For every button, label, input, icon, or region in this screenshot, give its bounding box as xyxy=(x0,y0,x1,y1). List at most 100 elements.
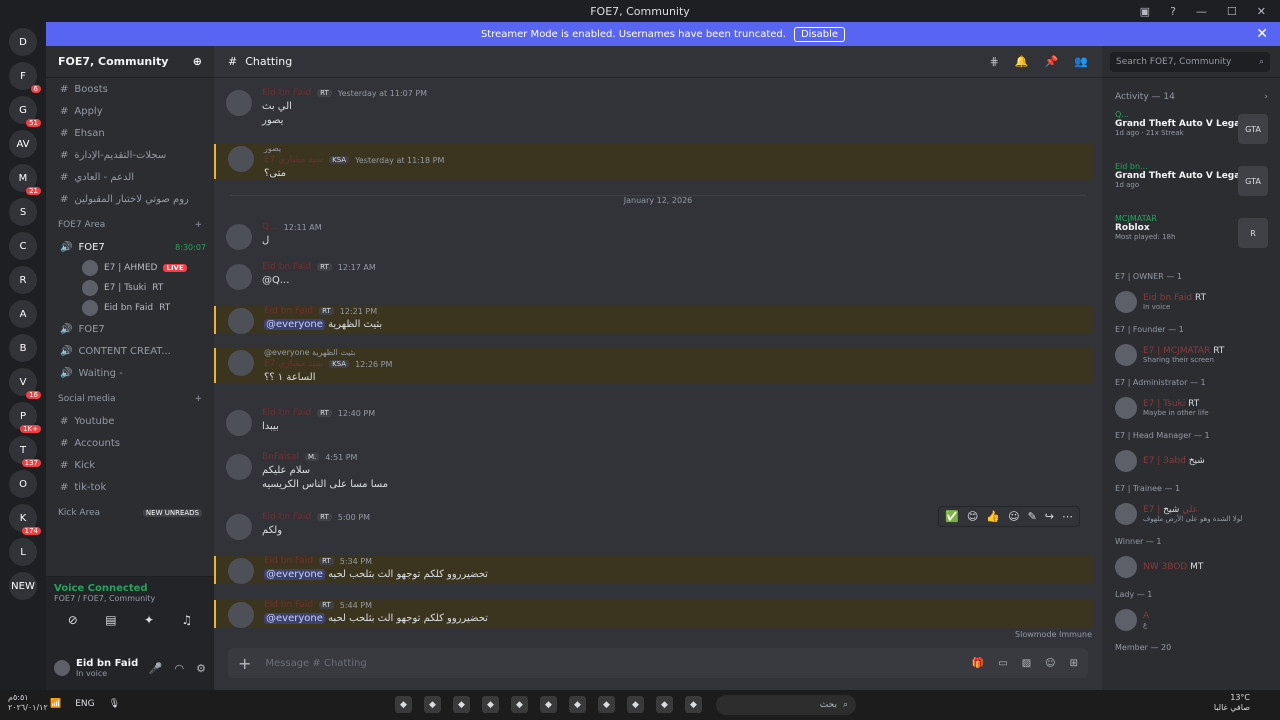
folder-icon[interactable]: ◆ xyxy=(627,696,644,713)
avatar[interactable] xyxy=(228,308,254,334)
text-channel[interactable]: # الدعم - العادي xyxy=(46,166,214,188)
minimize-button[interactable]: — xyxy=(1196,5,1207,18)
avatar[interactable] xyxy=(226,90,252,116)
avatar[interactable] xyxy=(226,454,252,480)
text-channel[interactable]: # tik-tok xyxy=(46,476,214,498)
settings-icon[interactable]: ⚙ xyxy=(196,662,206,675)
activities-icon[interactable]: ✦ xyxy=(144,613,154,627)
category-foe7-area[interactable]: FOE7 Area + xyxy=(46,214,214,236)
message[interactable]: Eid bn Faid RT 12:21 PM @everyone بثيث الظه… xyxy=(214,306,1094,334)
pin-icon[interactable]: 📌 xyxy=(1045,55,1059,68)
category-social[interactable]: Social media + xyxy=(46,388,214,410)
emoji-picker-icon[interactable]: ☺ xyxy=(1045,658,1055,669)
bell-icon[interactable]: 🔔 xyxy=(1015,55,1029,68)
server-icon[interactable]: P 1K+ xyxy=(9,402,41,433)
activity-card[interactable]: MCJMATAR Roblox Most played: 18h R xyxy=(1115,214,1268,266)
edit-icon[interactable]: ✎ xyxy=(1028,510,1037,523)
text-channel[interactable]: # Kick xyxy=(46,454,214,476)
category-kick-area[interactable]: Kick Area NEW UNREADS xyxy=(46,502,214,524)
server-icon[interactable]: AV xyxy=(9,130,37,158)
soundboard-icon[interactable]: ♫ xyxy=(182,613,193,627)
server-icon[interactable]: C xyxy=(9,232,37,260)
thumbs-up-icon[interactable]: 👍 xyxy=(986,510,1000,523)
server-icon[interactable]: T 137 xyxy=(9,436,41,467)
server-icon[interactable]: B xyxy=(9,334,37,362)
voice-channel-foe7[interactable]: 🔊 FOE7 8:30:07 xyxy=(46,236,214,258)
sticker-icon[interactable]: ▨ xyxy=(1022,658,1031,669)
steam-icon[interactable]: ◆ xyxy=(511,696,528,713)
avatar[interactable] xyxy=(226,224,252,250)
whatsapp-icon[interactable]: ◆ xyxy=(453,696,470,713)
window-icon[interactable]: ◆ xyxy=(685,696,702,713)
maximize-button[interactable]: ☐ xyxy=(1227,5,1237,18)
avatar[interactable] xyxy=(228,350,254,376)
close-button[interactable]: ✕ xyxy=(1257,5,1266,18)
language-indicator[interactable]: ENG xyxy=(75,699,94,709)
avatar[interactable] xyxy=(54,660,70,676)
member-row[interactable]: Aع xyxy=(1115,603,1268,637)
headphones-icon[interactable]: ◠ xyxy=(175,662,185,675)
add-member-icon[interactable]: ⊕ xyxy=(193,55,202,68)
gif-icon[interactable]: ▭ xyxy=(998,658,1007,669)
server-icon[interactable]: F6 xyxy=(9,62,41,93)
more-icon[interactable]: ⋯ xyxy=(1062,510,1073,523)
message[interactable]: Eid bn Faid RT 12:17 AM @Q... xyxy=(214,262,1094,290)
server-icon[interactable]: R xyxy=(9,266,37,294)
activity-card[interactable]: Q... Grand Theft Auto V Legacy 1d ago · 21… xyxy=(1115,110,1268,162)
avatar[interactable] xyxy=(228,602,254,628)
voice-channel[interactable]: 🔊 Waiting - xyxy=(46,362,214,384)
avatar[interactable] xyxy=(226,410,252,436)
server-icon[interactable]: M 21 xyxy=(9,164,41,195)
discord-icon[interactable]: ◆ xyxy=(482,696,499,713)
message[interactable]: يصور E7 سيد مشاري KSA Yesterday at 11:18 PM… xyxy=(214,144,1094,179)
message[interactable]: @everyone بثيث الظهرية E7 سيد مشاري KSA 12:… xyxy=(214,348,1094,383)
text-channel[interactable]: # روم صوتي لاختبار المقبولين xyxy=(46,188,214,210)
search-input[interactable]: Search FOE7, Community ⌕ xyxy=(1110,51,1270,72)
text-channel[interactable]: # Accounts xyxy=(46,432,214,454)
emoji-icon[interactable]: 😊 xyxy=(967,510,978,523)
screen-share-icon[interactable]: ▤ xyxy=(105,613,116,627)
threads-icon[interactable]: ⋕ xyxy=(990,55,999,68)
disable-button[interactable]: Disable xyxy=(793,26,846,42)
members-icon[interactable]: 👥 xyxy=(1074,55,1088,68)
message[interactable]: Eid bn Faid RT 12:40 PM بيبدا xyxy=(214,408,1094,436)
server-icon[interactable]: L xyxy=(9,538,37,566)
avatar[interactable] xyxy=(226,514,252,540)
member-row[interactable]: E7 | علي شيخ لولا الشدة وهو على الأرض مله… xyxy=(1115,497,1268,531)
mic-icon[interactable]: 🎤 xyxy=(149,662,163,675)
message[interactable]: Eid bn Faid RT 5:44 PM @everyone تحضيرروو ك… xyxy=(214,600,1094,628)
message[interactable]: BnFaisal M. 4:51 PM سلام عليكم مسا مسا على ا… xyxy=(214,452,1094,490)
text-channel[interactable]: # Boosts xyxy=(46,78,214,100)
member-row[interactable]: E7 | 3abd شيخ xyxy=(1115,444,1268,478)
inbox-icon[interactable]: ▣ xyxy=(1140,5,1150,18)
help-icon[interactable]: ? xyxy=(1170,5,1176,18)
chevron-right-icon[interactable]: › xyxy=(1264,92,1268,102)
video-off-icon[interactable]: ⊘ xyxy=(68,613,78,627)
avatar[interactable] xyxy=(228,558,254,584)
server-icon[interactable]: A xyxy=(9,300,37,328)
mic-tray-icon[interactable]: 🎙 xyxy=(109,699,120,709)
server-icon[interactable]: O xyxy=(9,470,37,498)
voice-user[interactable]: E7 | AHMED LIVE xyxy=(46,258,214,278)
server-icon[interactable]: G 51 xyxy=(9,96,41,127)
server-icon[interactable]: D xyxy=(9,28,37,56)
text-channel[interactable]: # Youtube xyxy=(46,410,214,432)
text-channel[interactable]: # Apply xyxy=(46,100,214,122)
news-icon[interactable]: ◆ xyxy=(569,696,586,713)
brave-icon[interactable]: ◆ xyxy=(540,696,557,713)
message-input[interactable]: + Message # Chatting 🎁 ▭ ▨ ☺ ⊞ xyxy=(228,648,1088,678)
reaction-icon[interactable]: ☺ xyxy=(1008,510,1019,523)
activity-card[interactable]: Eid bn... Grand Theft Auto V Legacy 1d ago… xyxy=(1115,162,1268,214)
avatar[interactable] xyxy=(228,146,254,172)
text-channel[interactable]: # Ehsan xyxy=(46,122,214,144)
mouse-icon[interactable]: ◆ xyxy=(598,696,615,713)
check-icon[interactable]: ✅ xyxy=(945,510,959,523)
voice-channel[interactable]: 🔊 FOE7 xyxy=(46,318,214,340)
server-icon[interactable]: S xyxy=(9,198,37,226)
message[interactable]: Eid bn Faid RT 5:34 PM @everyone تحضيرروو ك… xyxy=(214,556,1094,584)
gift-icon[interactable]: 🎁 xyxy=(972,658,984,669)
forward-icon[interactable]: ↪ xyxy=(1045,510,1054,523)
message[interactable]: Q... 12:11 AM ل xyxy=(214,222,1094,250)
store-icon[interactable]: ◆ xyxy=(656,696,673,713)
message[interactable]: Eid bn Faid RT Yesterday at 11:07 PM الي بث… xyxy=(214,88,1094,126)
